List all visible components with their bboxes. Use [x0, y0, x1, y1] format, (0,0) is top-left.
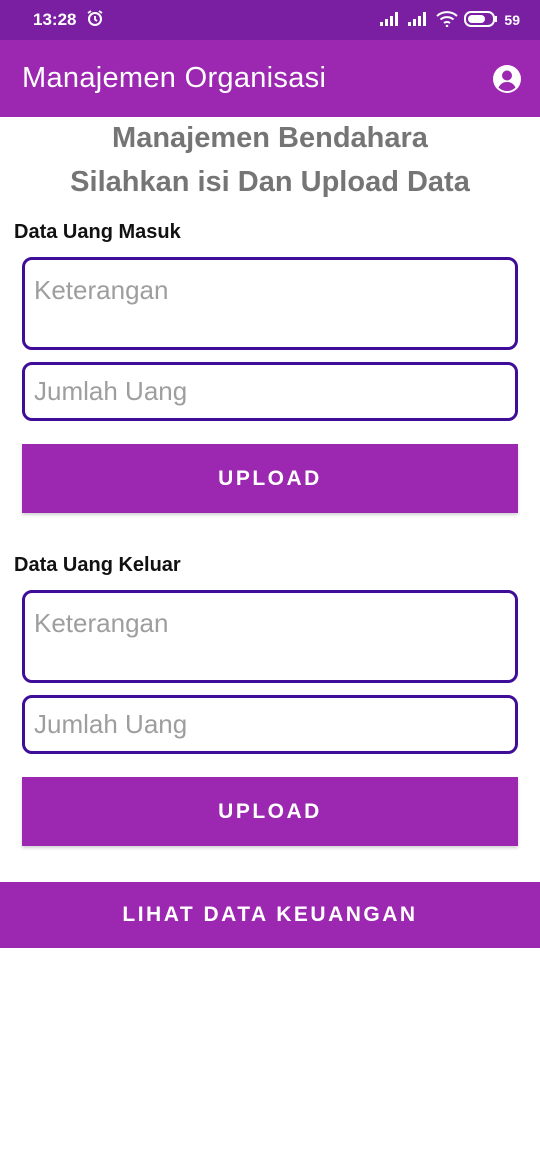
income-amount-placeholder: Jumlah Uang [34, 376, 188, 406]
expense-section-label: Data Uang Keluar [14, 554, 181, 576]
app-title: Manajemen Organisasi [22, 62, 327, 94]
view-finance-data-button[interactable]: LIHAT DATA KEUANGAN [0, 882, 540, 948]
income-description-placeholder: Keterangan [34, 275, 169, 305]
page-title: Manajemen Bendahara [112, 122, 428, 154]
alarm-icon [86, 9, 104, 32]
expense-amount-placeholder: Jumlah Uang [34, 709, 188, 739]
expense-amount-input[interactable]: Jumlah Uang [22, 695, 518, 754]
signal-icon [408, 11, 430, 29]
status-time: 13:28 [33, 10, 77, 29]
wifi-icon [436, 10, 459, 30]
income-description-input[interactable]: Keterangan [22, 257, 518, 350]
account-circle-icon[interactable] [492, 64, 522, 94]
income-upload-button[interactable]: UPLOAD [22, 444, 518, 513]
income-amount-input[interactable]: Jumlah Uang [22, 362, 518, 421]
expense-description-input[interactable]: Keterangan [22, 590, 518, 683]
status-bar: 13:28 59 [0, 0, 540, 40]
expense-upload-button[interactable]: UPLOAD [22, 777, 518, 846]
battery-icon [464, 10, 498, 30]
income-section-label: Data Uang Masuk [14, 221, 181, 243]
app-bar: Manajemen Organisasi [0, 40, 540, 117]
signal-icon [380, 11, 402, 29]
expense-description-placeholder: Keterangan [34, 608, 169, 638]
page-subtitle: Silahkan isi Dan Upload Data [70, 166, 470, 198]
battery-percent: 59 [504, 12, 520, 28]
